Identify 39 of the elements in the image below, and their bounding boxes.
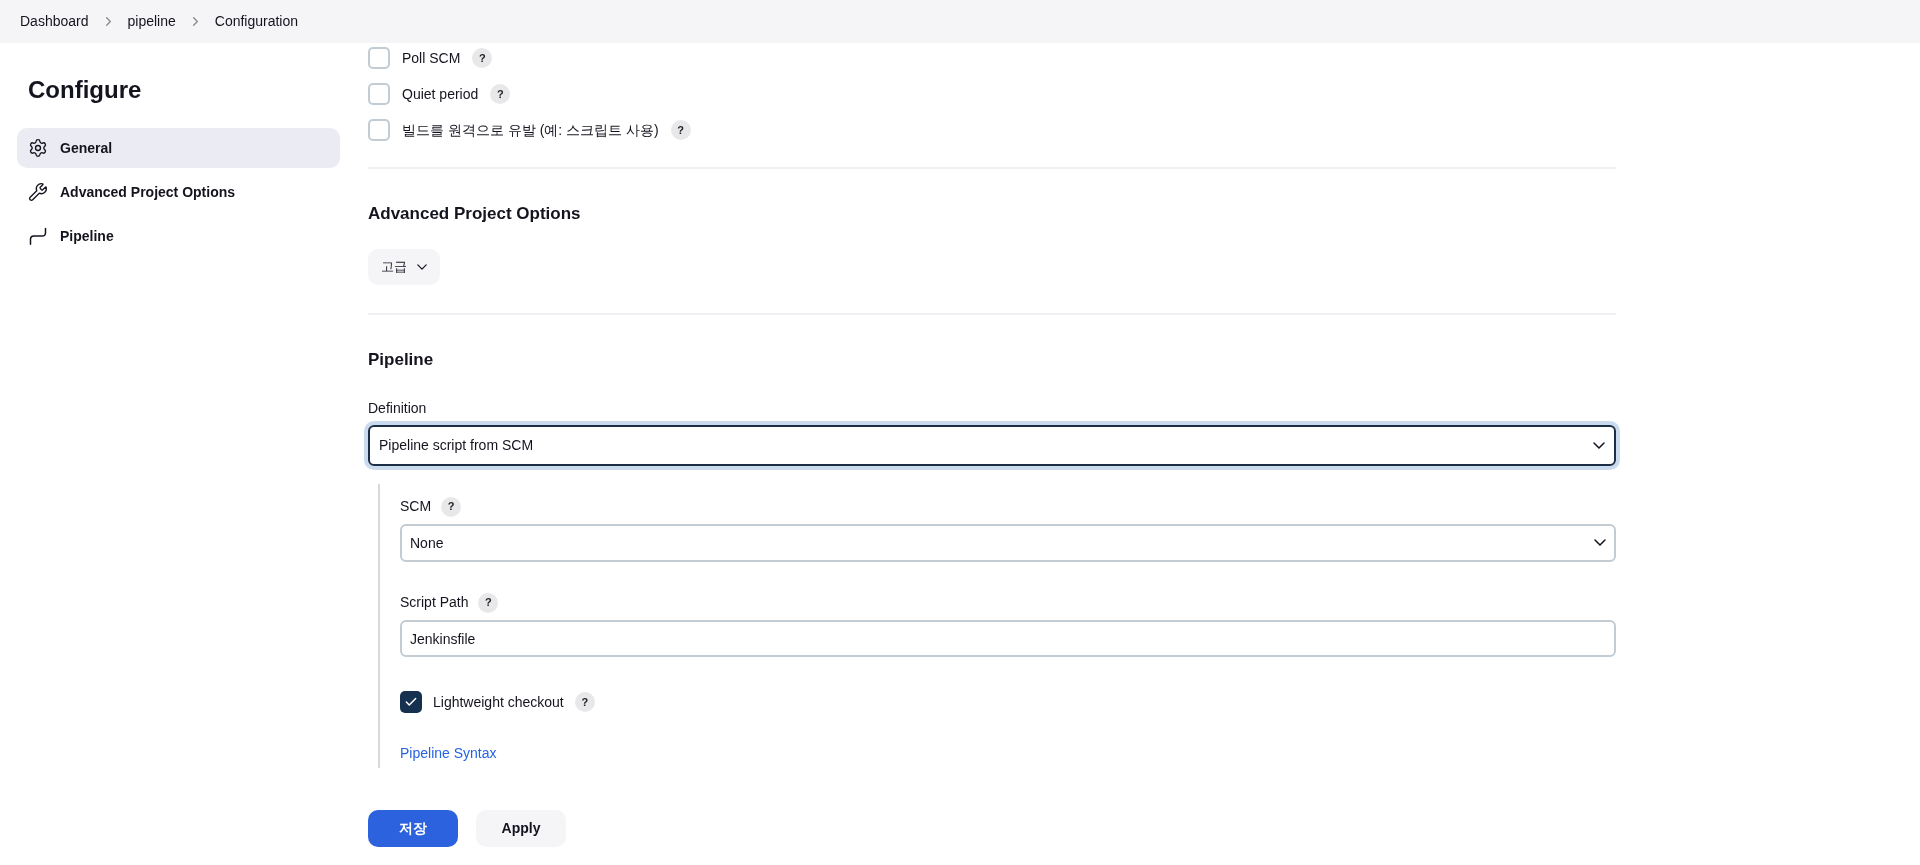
pipeline-syntax-link[interactable]: Pipeline Syntax — [400, 743, 497, 764]
checkbox-label: Quiet period — [402, 84, 479, 104]
scm-select[interactable]: None — [400, 524, 1616, 562]
section-heading: Advanced Project Options — [368, 203, 582, 225]
sidebar-item[interactable]: Pipeline — [17, 216, 340, 256]
sidebar-item[interactable]: General — [17, 128, 340, 168]
checkbox[interactable] — [368, 83, 390, 105]
script-path-field[interactable]: Jenkinsfile — [400, 620, 1616, 657]
checkbox[interactable] — [368, 47, 390, 69]
breadcrumb-link[interactable]: Configuration — [212, 11, 301, 32]
save-button[interactable]: 저장 — [368, 810, 458, 847]
chevron-down-icon — [1594, 539, 1606, 547]
breadcrumb-link[interactable]: Dashboard — [18, 11, 91, 32]
help-icon[interactable]: ? — [490, 84, 511, 104]
apply-button[interactable]: Apply — [476, 810, 566, 847]
check-icon — [404, 695, 418, 709]
advanced-button[interactable]: 고급 — [368, 248, 440, 285]
breadcrumb-link[interactable]: pipeline — [125, 11, 178, 32]
field-label: Script Path — [400, 593, 469, 612]
settings-icon — [28, 138, 48, 158]
chevron-down-icon — [417, 263, 427, 270]
sidebar-item[interactable]: Advanced Project Options — [17, 172, 340, 212]
pipe-icon — [28, 226, 48, 246]
checkbox[interactable] — [400, 691, 422, 713]
help-icon[interactable]: ? — [441, 496, 462, 517]
section-heading: Pipeline — [368, 348, 435, 371]
checkbox[interactable] — [368, 119, 390, 141]
wrench-icon — [28, 182, 48, 202]
help-icon[interactable]: ? — [472, 48, 493, 68]
checkbox-label: Poll SCM — [402, 48, 461, 68]
checkbox-label: 빌드를 원격으로 유발 (예: 스크립트 사용) — [402, 120, 659, 140]
checkbox-label: Lightweight checkout — [433, 692, 564, 712]
field-label: SCM — [400, 497, 432, 516]
help-icon[interactable]: ? — [574, 692, 595, 712]
chevron-down-icon — [1593, 441, 1605, 450]
help-icon[interactable]: ? — [670, 120, 691, 140]
help-icon[interactable]: ? — [478, 592, 499, 613]
page-title: Configure — [27, 75, 143, 105]
field-label: Definition — [368, 399, 428, 418]
